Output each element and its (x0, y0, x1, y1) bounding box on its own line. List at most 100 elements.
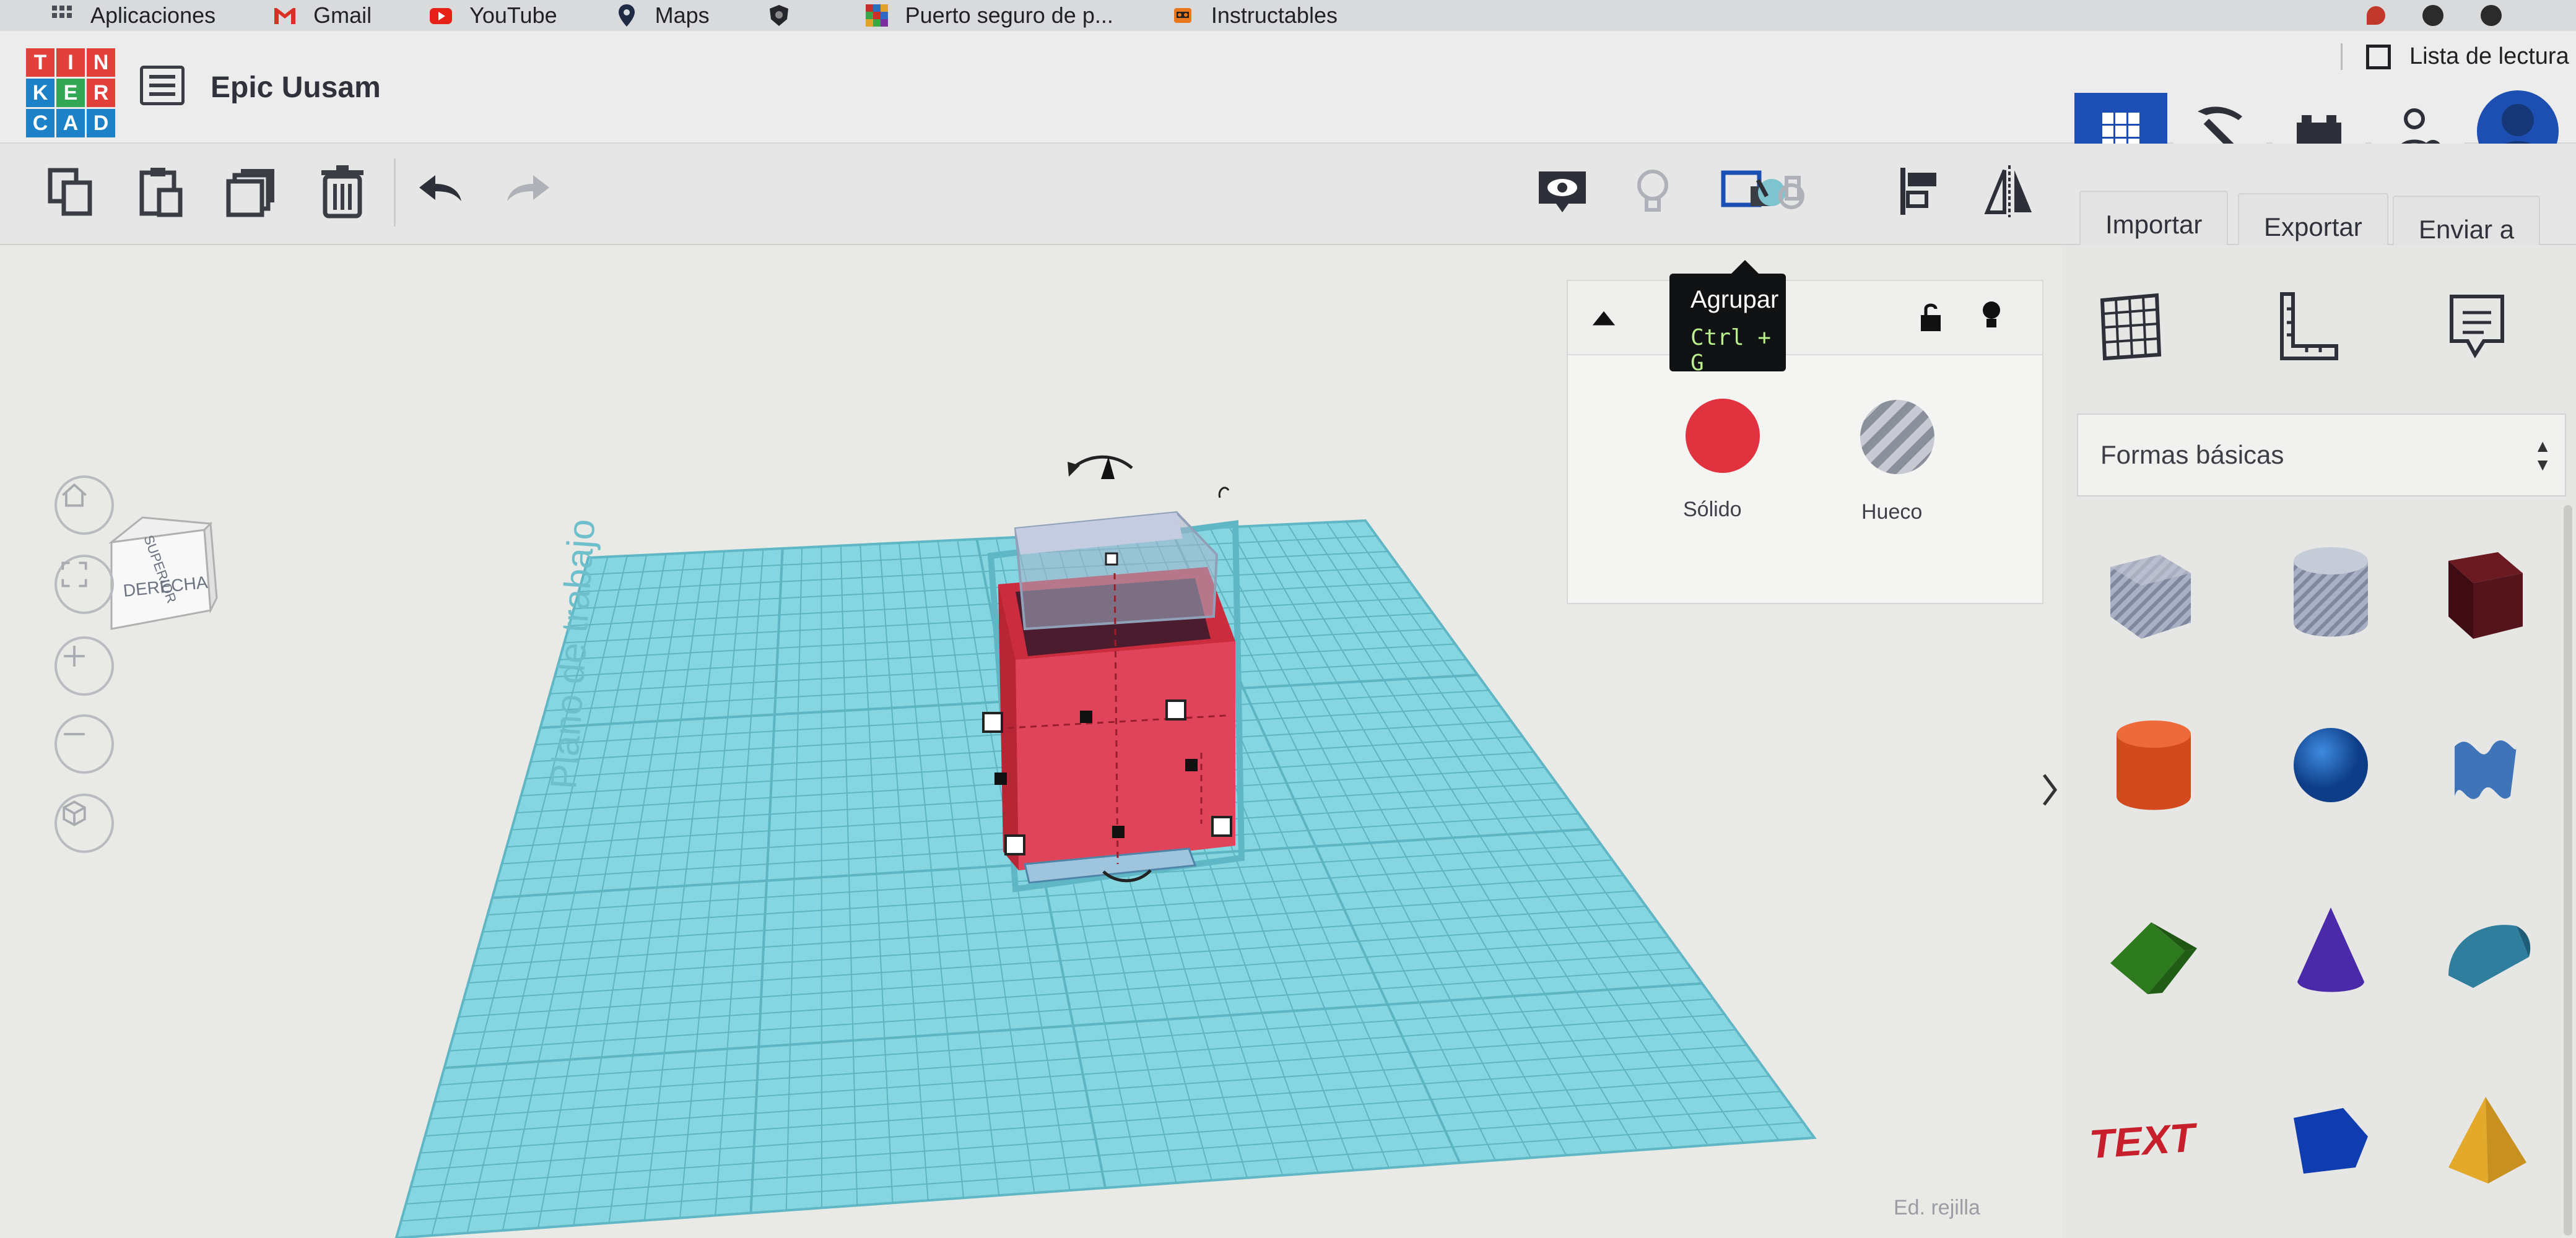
bookmark-youtube[interactable]: YouTube (429, 2, 557, 28)
resize-handle[interactable] (994, 773, 1007, 785)
shape-cylinder-hole[interactable] (2269, 530, 2393, 654)
ruler-tool[interactable] (2260, 284, 2347, 370)
resize-handle[interactable] (1080, 711, 1092, 723)
bookmark-gmail[interactable]: Gmail (272, 2, 372, 28)
design-list-icon[interactable] (140, 66, 185, 105)
design-title[interactable]: Epic Uusam (211, 71, 381, 105)
shape-box-hole[interactable] (2092, 530, 2216, 654)
duplicate-button[interactable] (212, 151, 292, 232)
shape-cone[interactable] (2269, 889, 2393, 1013)
resize-handle[interactable] (982, 712, 1003, 733)
lightbulb-icon[interactable] (1979, 298, 2004, 334)
rotate-arrow[interactable] (1218, 487, 1230, 498)
solid-color-button[interactable] (1686, 399, 1760, 473)
tinkercad-logo[interactable]: T I N K E R C A D (26, 48, 115, 137)
bookmark-apps[interactable]: Aplicaciones (50, 2, 215, 28)
height-handle[interactable] (1105, 552, 1118, 566)
bookmarks-bar: Aplicaciones Gmail YouTube Maps Puerto s… (0, 0, 2576, 31)
home-view-button[interactable] (54, 475, 114, 535)
reading-list-label: Lista de lectura (2409, 43, 2569, 69)
home-icon (62, 483, 87, 507)
unlock-icon[interactable] (1918, 300, 1943, 334)
paste-icon (139, 168, 183, 217)
solid-label: Sólido (1683, 498, 1742, 521)
bookmark-instructables[interactable]: Instructables (1170, 2, 1338, 28)
maps-pin-icon (614, 3, 639, 28)
bookmark-puerto-seguro[interactable]: Puerto seguro de p... (864, 2, 1113, 28)
undo-button[interactable] (399, 151, 479, 232)
group-tooltip: Agrupar Ctrl + G (1669, 260, 1786, 376)
fit-icon (61, 561, 87, 587)
notes-button[interactable] (1522, 151, 1603, 232)
pin-icon[interactable] (2367, 6, 2385, 25)
shape-category-value: Formas básicas (2100, 440, 2284, 469)
apps-grid-icon (50, 3, 74, 28)
browser-extensions (2367, 0, 2576, 31)
mirror-button[interactable] (1969, 151, 2050, 232)
fit-view-button[interactable] (54, 555, 114, 614)
copy-icon (48, 168, 92, 216)
notes-tool[interactable] (2434, 284, 2520, 370)
delete-button[interactable] (302, 151, 383, 232)
redo-icon (507, 175, 549, 201)
bookmark-label: Gmail (313, 2, 372, 28)
collapse-icon[interactable] (1589, 307, 1619, 328)
edit-grid-button[interactable]: Ed. rejilla (1894, 1196, 1980, 1220)
tooltip-title: Agrupar (1690, 286, 1779, 313)
duplicate-icon (226, 169, 274, 217)
note-icon (2450, 295, 2504, 358)
paste-button[interactable] (121, 151, 202, 232)
bookmark-shield[interactable] (767, 3, 807, 28)
shape-text[interactable]: TEXT (2086, 1075, 2216, 1198)
shape-cylinder[interactable] (2092, 703, 2216, 827)
bookmark-label: YouTube (469, 2, 557, 28)
shape-box[interactable] (2424, 530, 2548, 654)
shape-round-roof[interactable] (2424, 889, 2548, 1013)
resize-handle[interactable] (1185, 759, 1198, 771)
profile-dot-icon[interactable] (2481, 5, 2502, 26)
resize-handle[interactable] (1004, 834, 1025, 855)
shape-scribble[interactable] (2424, 703, 2548, 827)
resize-handle[interactable] (1211, 816, 1232, 837)
hole-button[interactable] (1860, 400, 1934, 474)
shape-category-select[interactable]: Formas básicas ▲ ▼ (2077, 413, 2566, 496)
logo-letter: R (87, 79, 115, 107)
bookmark-label: Maps (655, 2, 710, 28)
resize-handle[interactable] (1112, 826, 1125, 838)
hole-label: Hueco (1861, 500, 1923, 524)
chevron-right-icon (2043, 774, 2058, 806)
bookmark-maps[interactable]: Maps (614, 2, 710, 28)
extension-icon[interactable] (2422, 5, 2443, 26)
zoom-in-button[interactable] (54, 636, 114, 696)
toolbar-divider (394, 158, 396, 227)
align-button[interactable] (1879, 151, 1959, 232)
colorful-grid-icon (864, 3, 889, 28)
cone-handle[interactable] (1101, 457, 1115, 479)
shape-pyramid[interactable] (2424, 1075, 2548, 1198)
shape-polygon[interactable] (2269, 1075, 2393, 1198)
redo-button[interactable] (489, 151, 570, 232)
rotate-arrow[interactable] (1070, 455, 1133, 470)
shape-roof[interactable] (2092, 889, 2216, 1013)
logo-letter: C (26, 109, 54, 137)
perspective-button[interactable] (54, 794, 114, 853)
logo-letter: I (56, 48, 85, 77)
group-icon (1721, 170, 1804, 209)
trash-icon (321, 165, 363, 219)
bookmark-label: Instructables (1211, 2, 1338, 28)
copy-button[interactable] (31, 151, 111, 232)
logo-letter: A (56, 109, 85, 137)
shapes-scrollbar[interactable] (2564, 505, 2572, 1236)
bookmark-label: Puerto seguro de p... (905, 2, 1113, 28)
resize-handle[interactable] (1165, 699, 1186, 721)
inspector-header (1568, 281, 2042, 355)
logo-letter: K (26, 79, 54, 107)
zoom-out-button[interactable] (54, 714, 114, 774)
minus-icon (64, 733, 85, 735)
show-all-button[interactable] (1612, 151, 1693, 232)
group-button[interactable] (1703, 151, 1821, 232)
reading-list-button[interactable]: Lista de lectura (2341, 43, 2569, 70)
robot-icon (1170, 3, 1195, 28)
workplane-tool[interactable] (2087, 284, 2174, 370)
shape-sphere[interactable] (2269, 703, 2393, 827)
